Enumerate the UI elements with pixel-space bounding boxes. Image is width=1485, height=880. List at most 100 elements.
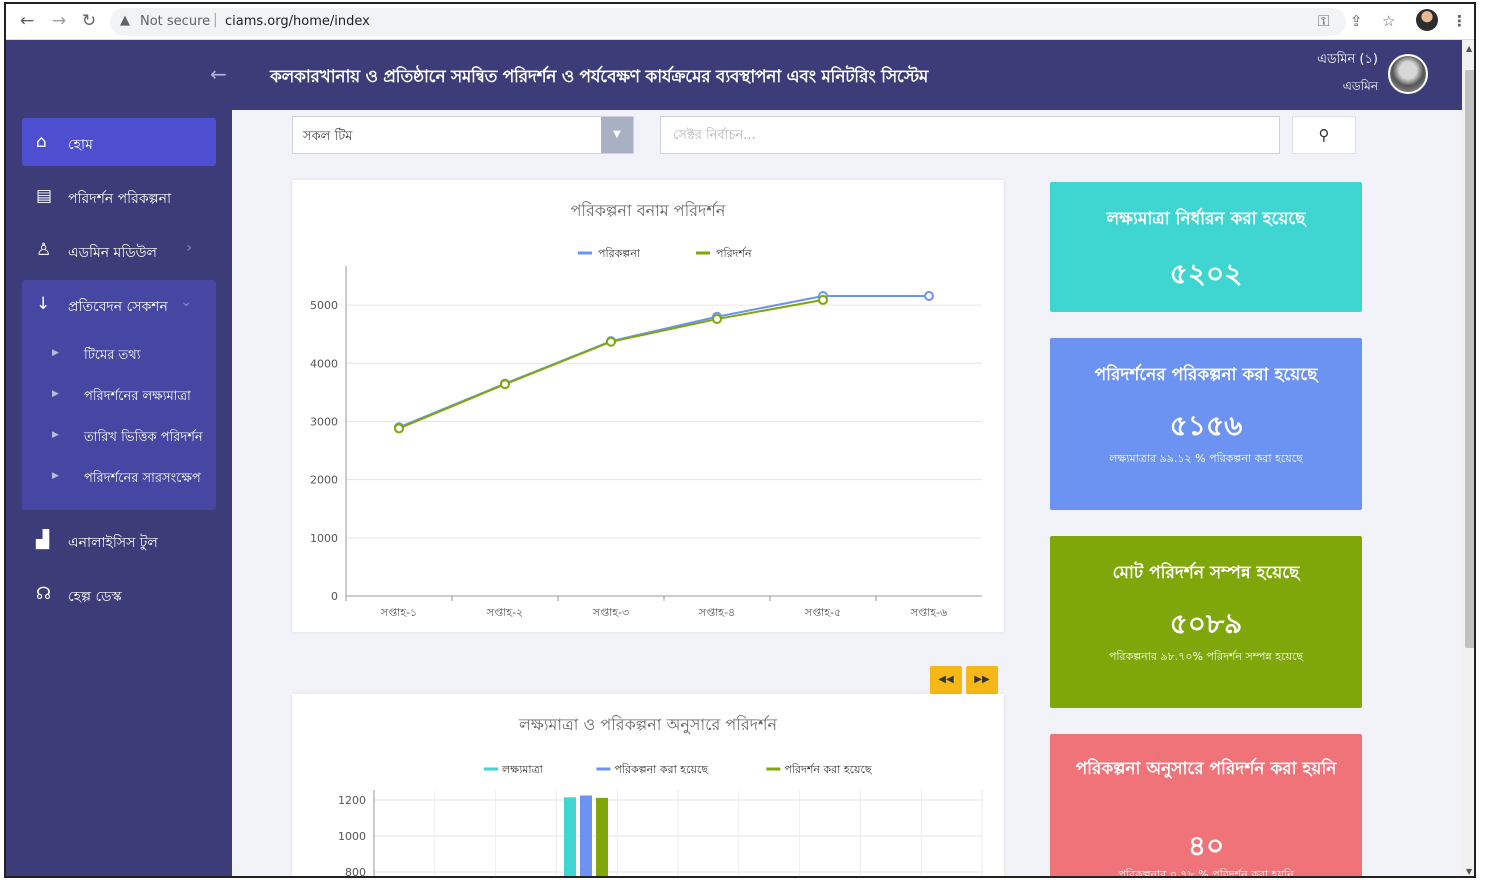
stat-value: ৫২০২ [1169,257,1243,290]
stat-value: ৫১৫৬ [1169,409,1243,442]
menu-dots-icon[interactable]: ⋮ [1452,12,1467,30]
sidebar-group-report: ↓ প্রতিবেদন সেকশন ⌄ ▶ টিমের তথ্য ▶ পরিদর… [22,280,216,510]
line-chart-card: পরিকল্পনা বনাম পরিদর্শন পরিকল্পনা পরিদর্শন… [292,180,1004,632]
chevron-right-icon: › [186,240,192,256]
app-header: ← কলকারখানায় ও প্রতিষ্ঠানে সমন্বিত পরিদ… [6,40,1462,110]
sidebar-item-label: প্রতিবেদন সেকশন [68,299,168,315]
legend-label: লক্ষ্যমাত্রা [501,763,544,776]
y-tick-label: 1200 [338,794,366,807]
sidebar-item-label: পরিদর্শন পরিকল্পনা [68,191,172,207]
x-tick-label: সপ্তাহ-৩ [592,606,629,619]
bar [596,797,608,876]
main-content: সকল টিম ▼ ⚲ পরিকল্পনা বনাম পরিদর্শনপরিকল… [232,110,1462,878]
y-tick-label: 4000 [310,357,338,370]
star-icon[interactable]: ☆ [1382,12,1395,30]
bar [564,797,576,876]
sidebar-item-admin-module[interactable]: ♙ এডমিন মডিউল › [22,226,216,274]
sidebar-subitem-label: পরিদর্শনের সারসংক্ষেপ [84,471,201,486]
user-icon: ♙ [36,240,52,260]
sidebar-item-analysis-tool[interactable]: ▟ এনালাইসিস টুল [22,516,216,564]
sidebar: ⌂ হোম ▤ পরিদর্শন পরিকল্পনা ♙ এডমিন মডিউল… [6,110,232,876]
sidebar-item-label: এনালাইসিস টুল [68,535,158,551]
data-point [606,336,616,347]
bar-chart-icon: ▟ [36,530,50,550]
address-bar[interactable]: ▲ Not secure | ciams.org/home/index [110,8,1346,36]
next-button[interactable]: ▶▶ [966,666,998,694]
data-point [924,291,934,302]
page-scrollbar[interactable]: ▲ ▼ [1462,40,1474,876]
key-icon[interactable]: ⚿ [1318,12,1329,30]
previous-button[interactable]: ◀◀ [930,666,962,694]
profile-icon[interactable] [1416,9,1438,31]
forward-icon[interactable]: → [48,10,70,32]
stat-card-target: লক্ষ্যমাত্রা নির্ধারন করা হয়েছে ৫২০২ [1050,182,1362,312]
y-tick-label: 1000 [310,532,338,545]
x-tick-label: সপ্তাহ-১ [380,606,417,619]
search-icon: ⚲ [1318,126,1330,144]
x-tick-label: সপ্তাহ-২ [486,606,523,619]
data-point [818,294,828,305]
browser-window: ← → ↻ ▲ Not secure | ciams.org/home/inde… [4,2,1476,878]
x-tick-label: সপ্তাহ-৪ [698,606,735,619]
home-icon: ⌂ [36,132,47,152]
scroll-thumb[interactable] [1465,70,1474,648]
share-icon[interactable]: ⇪ [1350,12,1363,30]
y-tick-label: 2000 [310,474,338,487]
sidebar-item-home[interactable]: ⌂ হোম [22,118,216,166]
avatar[interactable] [1388,54,1428,94]
reload-icon[interactable]: ↻ [78,10,100,32]
data-point [394,423,404,434]
sidebar-item-help-desk[interactable]: ☊ হেল্প ডেস্ক [22,570,216,618]
y-tick-label: 0 [331,590,338,603]
x-tick-label: সপ্তাহ-৬ [910,606,947,619]
stat-card-done: মোট পরিদর্শন সম্পন্ন হয়েছে ৫০৮৯ পরিকল্প… [1050,536,1362,708]
scroll-up-icon[interactable]: ▲ [1466,44,1472,53]
y-tick-label: 3000 [310,415,338,428]
sidebar-item-label: হেল্প ডেস্ক [68,589,122,605]
download-icon: ↓ [36,294,51,314]
chart-title: পরিকল্পনা বনাম পরিদর্শন [571,201,726,220]
page-title: কলকারখানায় ও প্রতিষ্ঠানে সমন্বিত পরিদর্… [270,67,928,87]
back-icon[interactable]: ← [16,10,38,32]
stat-title: পরিদর্শনের পরিকল্পনা করা হয়েছে [1094,365,1318,385]
security-label: Not secure [140,14,211,29]
caret-right-icon: ▶ [52,348,59,358]
sidebar-subitem-label: তারিখ ভিত্তিক পরিদর্শন [84,430,203,445]
bar-chart: লক্ষ্যমাত্রা ও পরিকল্পনা অনুসারে পরিদর্শ… [338,715,983,878]
x-tick-label: সপ্তাহ-৫ [804,606,841,619]
caret-right-icon: ▶ [52,389,59,399]
chart-title: লক্ষ্যমাত্রা ও পরিকল্পনা অনুসারে পরিদর্শ… [518,715,778,734]
stat-note: পরিকল্পনার ৯৮.৭০% পরিদর্শন সম্পন্ন হয়েছ… [1108,650,1304,663]
bar [580,795,592,876]
stat-card-missed: পরিকল্পনা অনুসারে পরিদর্শন করা হয়নি ৪০ … [1050,734,1362,876]
caret-right-icon: ▶ [52,471,59,481]
sidebar-item-inspection-plan[interactable]: ▤ পরিদর্শন পরিকল্পনা [22,172,216,220]
sidebar-item-report-section[interactable]: ↓ প্রতিবেদন সেকশন ⌄ [22,280,216,328]
stat-card-planned: পরিদর্শনের পরিকল্পনা করা হয়েছে ৫১৫৬ লক্… [1050,338,1362,510]
legend-label: পরিদর্শন [716,247,752,260]
sidebar-collapse-icon[interactable]: ← [210,62,227,86]
team-select[interactable]: সকল টিম ▼ [292,116,634,154]
stat-title: মোট পরিদর্শন সম্পন্ন হয়েছে [1112,563,1300,583]
user-name[interactable]: এডমিন (১) [1308,50,1378,71]
y-tick-label: 800 [345,866,366,878]
stat-title: লক্ষ্যমাত্রা নির্ধারন করা হয়েছে [1106,209,1306,229]
series-line [398,298,824,430]
scroll-down-icon[interactable]: ▼ [1466,867,1472,876]
sidebar-subitem-label: টিমের তথ্য [84,348,141,363]
chevron-down-icon[interactable]: ▼ [601,117,633,153]
warning-icon: ▲ [120,13,130,28]
sidebar-item-label: এডমিন মডিউল [68,245,157,261]
sector-input[interactable] [660,116,1280,154]
stat-value: ৫০৮৯ [1169,607,1243,640]
browser-toolbar: ← → ↻ ▲ Not secure | ciams.org/home/inde… [6,4,1474,40]
url-text[interactable]: ciams.org/home/index [225,14,370,29]
team-select-value: সকল টিম [303,129,353,144]
search-button[interactable]: ⚲ [1292,116,1356,154]
data-point [712,314,722,325]
bar-chart-card: লক্ষ্যমাত্রা ও পরিকল্পনা অনুসারে পরিদর্শ… [292,694,1004,878]
stat-note: লক্ষ্যমাত্রার ৯৯.১২ % পরিকল্পনা করা হয়ে… [1109,452,1303,465]
chevron-down-icon: ⌄ [180,294,192,310]
y-tick-label: 5000 [310,299,338,312]
series-line [398,295,929,429]
